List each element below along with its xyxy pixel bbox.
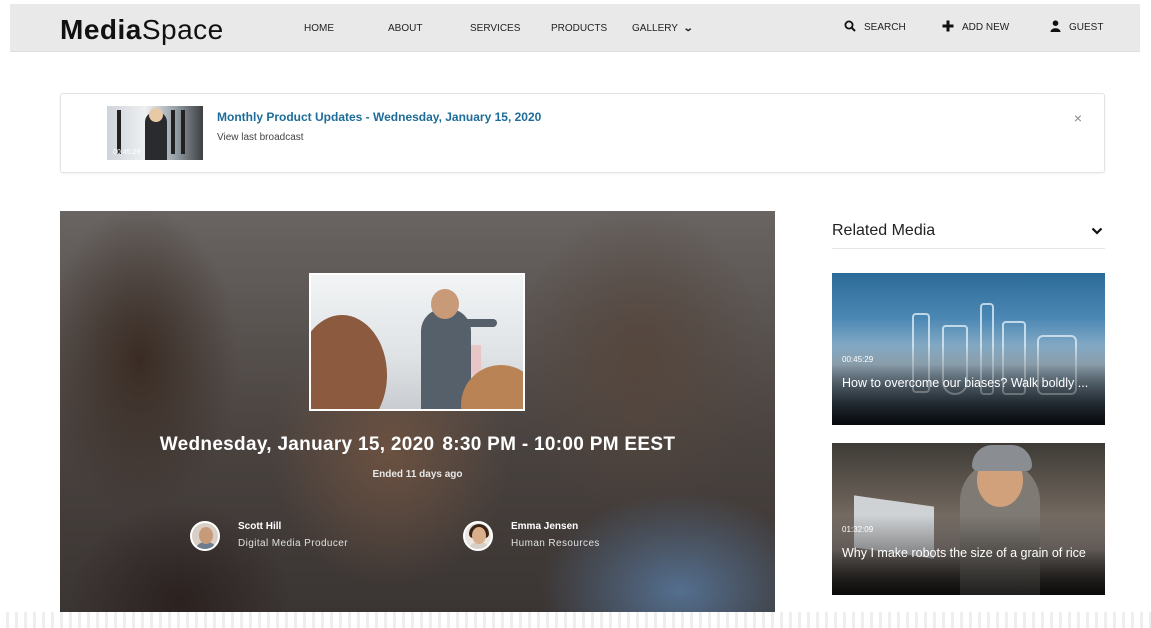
event-thumbnail (309, 273, 525, 411)
close-icon[interactable]: × (1074, 110, 1082, 126)
presenter-card: Emma Jensen Human Resources (463, 521, 600, 551)
event-hero: Wednesday, January 15, 2020 8:30 PM - 10:… (60, 211, 775, 616)
event-date-time: Wednesday, January 15, 2020 8:30 PM - 10:… (60, 434, 775, 456)
thumb-presenter-head (431, 289, 459, 319)
presenter-card: Scott Hill Digital Media Producer (190, 521, 348, 551)
plus-icon (942, 20, 954, 35)
avatar-face (472, 527, 486, 544)
page: MediaSpace HOME ABOUT SERVICES PRODUCTS … (0, 0, 1151, 628)
add-new-button[interactable]: ADD NEW (942, 20, 1009, 35)
media-duration: 01:32:09 (842, 525, 874, 534)
guest-label: GUEST (1069, 22, 1104, 33)
related-media-title: Related Media (832, 222, 936, 239)
torn-edge (0, 612, 1151, 628)
user-menu-button[interactable]: GUEST (1050, 20, 1103, 35)
user-icon (1050, 20, 1061, 35)
thumb-hat (972, 445, 1032, 471)
broadcast-subtitle: View last broadcast (217, 132, 304, 143)
search-icon (844, 20, 856, 35)
thumb-head (149, 108, 163, 122)
search-label: SEARCH (864, 22, 906, 33)
nav-about[interactable]: ABOUT (388, 23, 422, 34)
media-caption: Why I make robots the size of a grain of… (842, 546, 1086, 560)
presenter-name: Emma Jensen (511, 521, 579, 532)
broadcast-thumbnail[interactable]: 00:45:29 (107, 106, 203, 160)
avatar-face (199, 527, 213, 544)
top-header: MediaSpace HOME ABOUT SERVICES PRODUCTS … (10, 4, 1140, 52)
related-media-header: Related Media (832, 220, 1105, 249)
chevron-down-icon: ⌄ (682, 23, 694, 34)
thumbnail-duration: 00:45:29 (113, 149, 141, 156)
presenter-role: Digital Media Producer (238, 538, 348, 549)
nav-services[interactable]: SERVICES (470, 23, 520, 34)
logo-bold: Media (60, 14, 142, 45)
nav-products[interactable]: PRODUCTS (551, 23, 607, 34)
nav-gallery-label: GALLERY (632, 23, 678, 34)
avatar (190, 521, 220, 551)
thumb-background (171, 110, 175, 154)
event-status: Ended 11 days ago (372, 469, 463, 480)
chevron-down-icon[interactable] (1091, 223, 1103, 238)
event-time: 8:30 PM - 10:00 PM EEST (442, 434, 676, 455)
presenter-role: Human Resources (511, 538, 600, 549)
add-new-label: ADD NEW (962, 22, 1010, 33)
logo-light: Space (141, 14, 224, 45)
thumb-presenter-arm (461, 319, 497, 327)
media-duration: 00:45:29 (842, 355, 874, 364)
related-media-item[interactable]: 01:32:09 Why I make robots the size of a… (832, 443, 1105, 595)
logo[interactable]: MediaSpace (60, 14, 224, 46)
thumb-audience (311, 315, 387, 409)
avatar (463, 521, 493, 551)
presenter-name: Scott Hill (238, 521, 282, 532)
search-button[interactable]: SEARCH (844, 20, 906, 35)
last-broadcast-banner: 00:45:29 Monthly Product Updates - Wedne… (60, 93, 1105, 173)
related-media-item[interactable]: 00:45:29 How to overcome our biases? Wal… (832, 273, 1105, 425)
nav-gallery[interactable]: GALLERY ⌄ (632, 23, 694, 34)
media-caption: How to overcome our biases? Walk boldly … (842, 376, 1089, 390)
event-date: Wednesday, January 15, 2020 (159, 434, 435, 455)
nav-home[interactable]: HOME (304, 23, 334, 34)
broadcast-title-link[interactable]: Monthly Product Updates - Wednesday, Jan… (217, 110, 541, 124)
